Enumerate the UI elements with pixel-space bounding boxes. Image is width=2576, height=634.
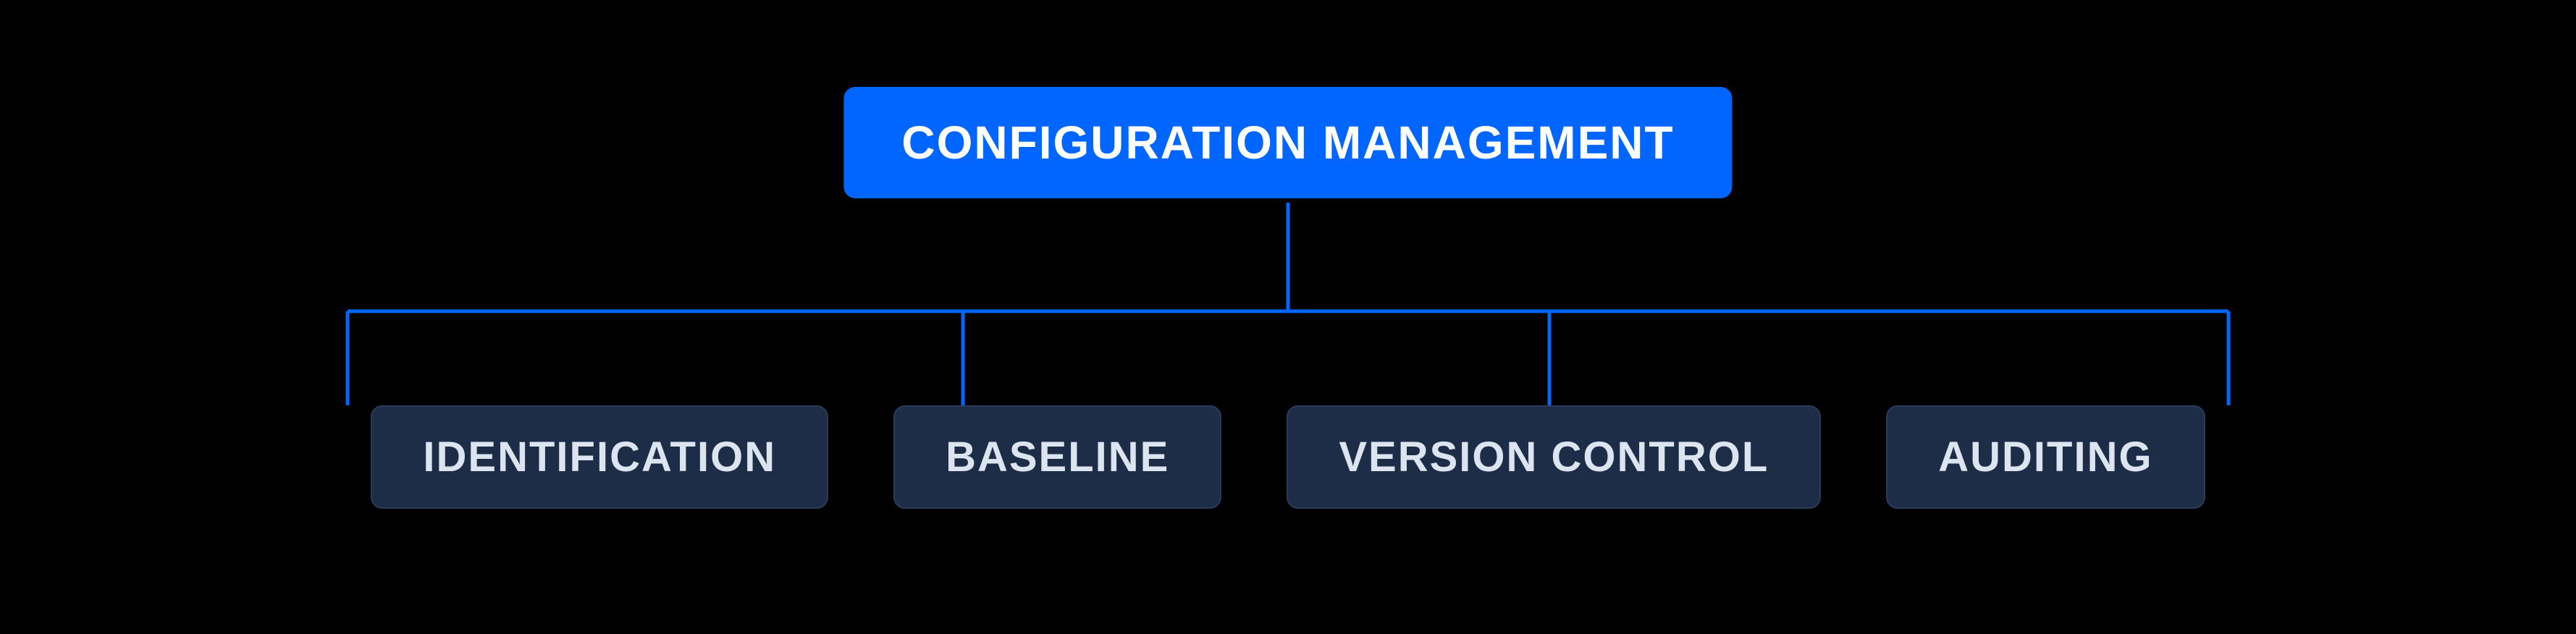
child-node-auditing: AUDITING [1886, 405, 2205, 509]
root-label: CONFIGURATION MANAGEMENT [901, 117, 1674, 169]
child-node-baseline: BASELINE [893, 405, 1221, 509]
child-row: IDENTIFICATION BASELINE VERSION CONTROL … [0, 405, 2576, 509]
child-label: IDENTIFICATION [423, 434, 776, 481]
child-node-identification: IDENTIFICATION [371, 405, 828, 509]
child-label: AUDITING [1938, 434, 2152, 481]
child-label: BASELINE [946, 434, 1169, 481]
child-label: VERSION CONTROL [1339, 434, 1769, 481]
child-node-version-control: VERSION CONTROL [1287, 405, 1821, 509]
hierarchy-diagram: CONFIGURATION MANAGEMENT IDENTIFICATION … [0, 0, 2576, 634]
root-node: CONFIGURATION MANAGEMENT [843, 87, 1732, 198]
